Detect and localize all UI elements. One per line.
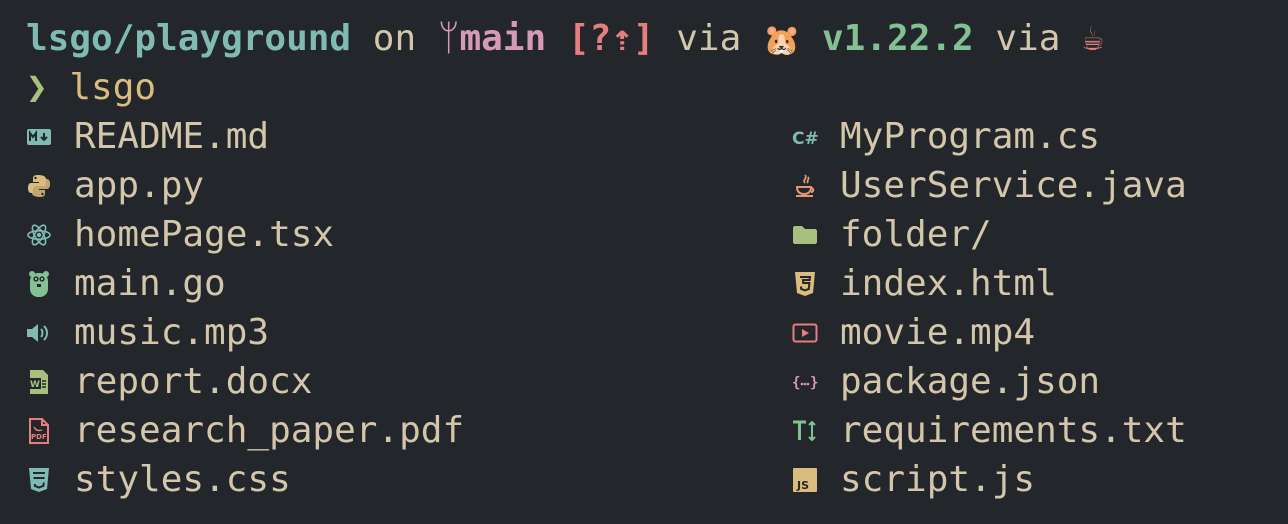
python-icon — [26, 173, 52, 199]
prompt-path: lsgo/playground — [26, 18, 352, 59]
file-entry[interactable]: PDF research_paper.pdf — [26, 406, 792, 455]
svg-text:JS: JS — [796, 479, 809, 492]
file-entry[interactable]: Wreport.docx — [26, 357, 792, 406]
prompt-arrow-icon: ❯ — [26, 67, 48, 108]
text-file-icon — [792, 418, 818, 444]
file-entry[interactable]: movie.mp4 — [792, 308, 1272, 357]
svg-text:C#: C# — [792, 129, 818, 148]
file-listing: README.md C# MyProgram.cs app.py UserService… — [26, 112, 1288, 504]
file-name[interactable]: main.go — [74, 263, 226, 304]
prompt-on: on — [372, 18, 417, 59]
file-name[interactable]: index.html — [840, 263, 1057, 304]
folder-icon — [792, 222, 818, 248]
file-name[interactable]: package.json — [840, 361, 1100, 402]
react-icon — [26, 222, 52, 248]
pdf-icon: PDF — [26, 417, 52, 444]
file-entry[interactable]: folder/ — [792, 210, 1272, 259]
word-doc-icon: W — [26, 369, 52, 395]
java-coffee-icon: ☕ — [1082, 18, 1104, 59]
file-entry[interactable]: music.mp3 — [26, 308, 792, 357]
video-icon — [792, 320, 818, 346]
javascript-icon: JS — [792, 467, 818, 493]
file-entry[interactable]: JS script.js — [792, 455, 1272, 504]
json-icon: {} — [792, 369, 818, 395]
branch-icon: ᛘ — [437, 18, 460, 59]
file-name[interactable]: folder/ — [840, 214, 992, 255]
prompt-line: lsgo/playground on ᛘmain [?⇡] via 🐹 v1.2… — [26, 14, 1288, 63]
svg-text:}: } — [810, 375, 818, 391]
git-branch: main — [459, 18, 547, 59]
svg-text:{: { — [792, 375, 800, 391]
file-name[interactable]: MyProgram.cs — [840, 116, 1100, 157]
file-entry[interactable]: README.md — [26, 112, 792, 161]
prompt-via-1: via — [676, 18, 742, 59]
audio-icon — [26, 320, 52, 346]
file-entry[interactable]: requirements.txt — [792, 406, 1272, 455]
file-name[interactable]: README.md — [74, 116, 269, 157]
html5-icon — [792, 271, 818, 297]
gopher-icon — [26, 270, 52, 297]
svg-text:PDF: PDF — [31, 433, 47, 441]
command-text[interactable]: lsgo — [69, 67, 156, 108]
file-entry[interactable]: homePage.tsx — [26, 210, 792, 259]
file-entry[interactable]: app.py — [26, 161, 792, 210]
file-name[interactable]: research_paper.pdf — [74, 410, 464, 451]
file-name[interactable]: movie.mp4 — [840, 312, 1035, 353]
git-status: [?⇡] — [567, 18, 655, 59]
svg-text:W: W — [30, 380, 40, 390]
go-hamster-icon: 🐹 — [762, 23, 801, 58]
file-entry[interactable]: {} package.json — [792, 357, 1272, 406]
file-name[interactable]: homePage.tsx — [74, 214, 334, 255]
css3-icon — [26, 467, 52, 493]
file-name[interactable]: report.docx — [74, 361, 312, 402]
file-entry[interactable]: index.html — [792, 259, 1272, 308]
prompt-via-2: via — [995, 18, 1061, 59]
file-name[interactable]: requirements.txt — [840, 410, 1187, 451]
file-name[interactable]: styles.css — [74, 459, 291, 500]
csharp-icon: C# — [792, 124, 818, 150]
file-name[interactable]: app.py — [74, 165, 204, 206]
terminal-window: lsgo/playground on ᛘmain [?⇡] via 🐹 v1.2… — [0, 0, 1288, 524]
go-version: v1.22.2 — [822, 18, 974, 59]
file-entry[interactable]: UserService.java — [792, 161, 1272, 210]
markdown-icon — [26, 124, 52, 150]
file-name[interactable]: script.js — [840, 459, 1035, 500]
file-entry[interactable]: styles.css — [26, 455, 792, 504]
file-entry[interactable]: C# MyProgram.cs — [792, 112, 1272, 161]
file-entry[interactable]: main.go — [26, 259, 792, 308]
command-line[interactable]: ❯ lsgo — [26, 63, 1288, 112]
file-name[interactable]: UserService.java — [840, 165, 1187, 206]
file-name[interactable]: music.mp3 — [74, 312, 269, 353]
java-icon — [792, 173, 818, 199]
